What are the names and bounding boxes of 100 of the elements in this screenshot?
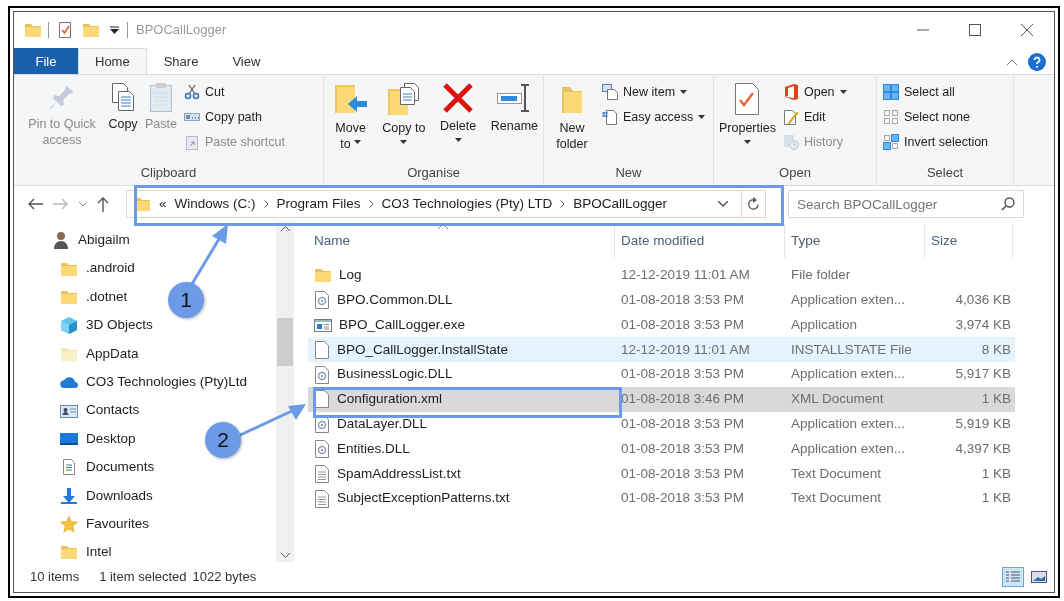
- dropdown-button[interactable]: Easy access: [599, 105, 709, 129]
- ribbon-tab[interactable]: Share: [146, 48, 216, 74]
- nav-item[interactable]: Downloads: [60, 481, 153, 510]
- step-number: 2: [205, 422, 241, 458]
- folder-icon: [314, 266, 332, 285]
- dropdown-button[interactable]: Open: [780, 81, 850, 104]
- file-type: INSTALLSTATE File: [791, 341, 912, 357]
- dropdown-button[interactable]: New item: [599, 81, 709, 104]
- date-modified: 01-08-2018 3:46 PM: [621, 391, 745, 407]
- breadcrumb[interactable]: Program Files: [276, 193, 361, 215]
- group-label: Select: [925, 164, 965, 182]
- date-modified: 01-08-2018 3:53 PM: [621, 316, 745, 332]
- overflow-button[interactable]: «: [159, 193, 167, 215]
- file-name: BusinessLogic.DLL: [337, 365, 453, 384]
- file-icon: [314, 339, 330, 360]
- date-modified: 01-08-2018 3:53 PM: [621, 292, 745, 308]
- dropdown-button[interactable]: Delete: [433, 79, 483, 163]
- new-item-icon: [602, 84, 618, 101]
- nav-item[interactable]: .dotnet: [60, 282, 128, 312]
- file-size: 1 KB: [981, 490, 1011, 506]
- ribbon-tab[interactable]: Home: [78, 48, 147, 74]
- file-row[interactable]: BusinessLogic.DLL 01-08-2018 3:53 PM Application exten... 5,917 KB: [308, 362, 1015, 387]
- nav-item[interactable]: .android: [60, 254, 135, 283]
- file-type: File folder: [791, 267, 851, 283]
- office-icon: [783, 84, 799, 101]
- nav-item[interactable]: Desktop: [60, 424, 136, 454]
- ribbon-button[interactable]: New folder: [547, 79, 597, 163]
- annotation-arrow: [190, 224, 228, 285]
- easy-access-icon: [602, 109, 618, 126]
- ribbon-button[interactable]: Select none: [880, 105, 992, 129]
- shortcut-icon: [184, 133, 200, 150]
- nav-item[interactable]: CO3 Technologies (Pty)Ltd: [60, 367, 248, 397]
- selection-size: 1022 bytes: [192, 568, 257, 587]
- column-header[interactable]: Date modified: [615, 224, 785, 258]
- ribbon-button[interactable]: Select all: [880, 81, 992, 104]
- file-row[interactable]: DataLayer.DLL 01-08-2018 3:53 PM Application exten... 5,919 KB: [308, 411, 1015, 437]
- column-header[interactable]: Size: [925, 224, 1013, 258]
- file-name: BPO_CallLogger.InstallState: [337, 340, 509, 359]
- help-icon: [1028, 53, 1046, 71]
- nav-item[interactable]: Documents: [60, 453, 155, 482]
- date-modified: 01-08-2018 3:53 PM: [621, 366, 745, 382]
- ribbon-button[interactable]: Invert selection: [880, 130, 992, 154]
- chevron-right-icon: [560, 200, 566, 208]
- nav-item[interactable]: 3D Objects: [60, 311, 153, 340]
- file-size: 3,974 KB: [955, 316, 1011, 332]
- nav-item[interactable]: Favourites: [60, 509, 150, 539]
- checklist-icon: [58, 21, 72, 39]
- column-header[interactable]: Type: [785, 224, 925, 258]
- search-field[interactable]: Search BPOCallLogger: [788, 190, 1024, 218]
- address-field[interactable]: « Windows (C:) Program Files CO3 Technologies (Pty) LTD BPOCallLogger: [126, 190, 766, 218]
- scrollbar[interactable]: [276, 222, 294, 562]
- file-row[interactable]: Log 12-12-2019 11:01 AM File folder: [308, 263, 1015, 288]
- ribbon-button[interactable]: Cut: [181, 81, 288, 104]
- up-arrow-icon: [97, 196, 109, 212]
- file-type: Application exten...: [791, 366, 906, 382]
- document-icon: [60, 458, 78, 477]
- dll-file-icon: [314, 364, 330, 385]
- file-type: Application exten...: [791, 416, 906, 432]
- column-header[interactable]: Name: [308, 224, 615, 258]
- file-row[interactable]: BPO.Common.DLL 01-08-2018 3:53 PM Application exten... 4,036 KB: [308, 287, 1015, 313]
- dll-file-icon: [314, 438, 330, 459]
- file-name: SubjectExceptionPatterns.txt: [337, 489, 510, 508]
- nav-item[interactable]: Intel: [60, 538, 112, 567]
- dropdown-button[interactable]: Move to: [327, 79, 375, 163]
- ribbon-button[interactable]: Copy: [105, 79, 141, 163]
- group-label: Clipboard: [139, 164, 198, 182]
- breadcrumb[interactable]: BPOCallLogger: [573, 193, 667, 215]
- window-title: BPOCallLogger: [136, 21, 227, 40]
- breadcrumb[interactable]: CO3 Technologies (Pty) LTD: [381, 193, 553, 215]
- file-row[interactable]: Configuration.xml 01-08-2018 3:46 PM XML Document 1 KB: [308, 387, 1015, 412]
- search-icon: [1001, 197, 1015, 211]
- file-row[interactable]: Entities.DLL 01-08-2018 3:53 PM Application exten... 4,397 KB: [308, 436, 1015, 462]
- file-row[interactable]: SpamAddressList.txt 01-08-2018 3:53 PM Text Document 1 KB: [308, 461, 1015, 487]
- folder-icon: [24, 21, 42, 39]
- ribbon-button[interactable]: Copy path: [181, 105, 288, 129]
- ribbon-button[interactable]: Edit: [780, 105, 850, 129]
- file-row[interactable]: BPO_CallLogger.InstallState 12-12-2019 11:01 AM INSTALLSTATE File 8 KB: [308, 337, 1015, 363]
- ribbon-button[interactable]: Rename: [488, 79, 540, 163]
- edit-icon: [783, 109, 799, 126]
- nav-item[interactable]: Contacts: [60, 396, 140, 425]
- file-row[interactable]: SubjectExceptionPatterns.txt 01-08-2018 3:53 PM Text Document 1 KB: [308, 486, 1015, 511]
- file-row[interactable]: BPO_CallLogger.exe 01-08-2018 3:53 PM Application 3,974 KB: [308, 312, 1015, 338]
- file-type: Text Document: [791, 490, 882, 506]
- breadcrumb[interactable]: Windows (C:): [174, 193, 256, 215]
- file-name: Entities.DLL: [337, 439, 410, 458]
- nav-item[interactable]: AppData: [60, 339, 139, 368]
- date-modified: 01-08-2018 3:53 PM: [621, 416, 745, 432]
- nav-item[interactable]: Abigailm: [52, 226, 130, 255]
- file-name: BPO_CallLogger.exe: [339, 315, 466, 334]
- application-icon: [314, 317, 332, 333]
- file-menu-tab[interactable]: File: [14, 48, 78, 74]
- dropdown-button[interactable]: Copy to: [380, 79, 428, 163]
- dropdown-button[interactable]: Properties: [717, 79, 778, 163]
- chevron-down-icon: [718, 201, 728, 207]
- file-name: BPO.Common.DLL: [337, 291, 453, 310]
- scroll-thumb[interactable]: [277, 318, 293, 366]
- maximize-icon: [969, 24, 981, 36]
- scroll-down-icon: [280, 553, 290, 558]
- checklist-icon: [733, 81, 762, 117]
- ribbon-tab[interactable]: View: [215, 48, 278, 74]
